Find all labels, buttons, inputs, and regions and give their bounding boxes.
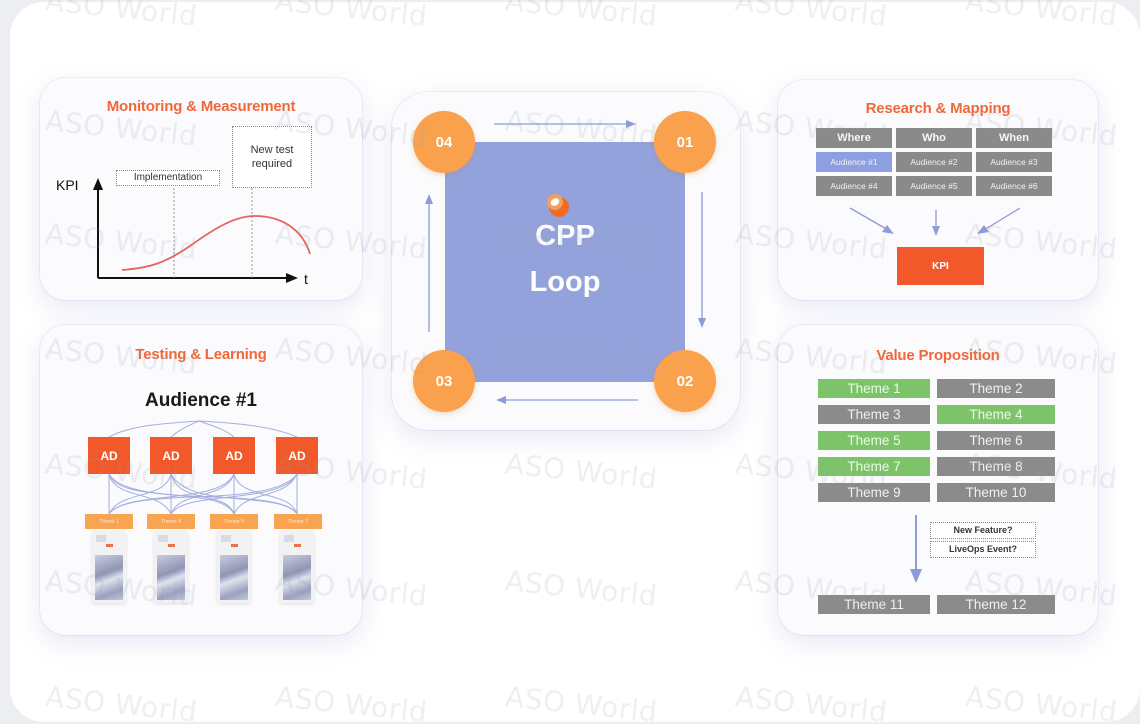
new-test-annotation: New test required [232,126,312,188]
step-03-circle: 03 [413,350,475,412]
x-axis-label: t [304,271,308,287]
ad-box: AD [88,437,130,474]
phone-screenshot [217,531,251,603]
kpi-curve [121,215,311,271]
implementation-annotation: Implementation [116,170,220,186]
phone-screenshot [280,531,314,603]
y-axis-arrow-icon [93,178,103,190]
kpi-target-box: KPI [897,247,984,285]
theme-tag: Theme 1 [85,514,133,529]
step-02-circle: 02 [654,350,716,412]
theme-tag: Theme 4 [147,514,195,529]
research-card: Research & Mapping Where Who When Audien… [778,80,1098,300]
trigger-liveops-event: LiveOps Event? [930,541,1036,558]
theme-cell: Theme 11 [818,595,930,614]
monitoring-card: Monitoring & Measurement KPI t Implement… [40,78,362,300]
ad-box: AD [276,437,318,474]
trigger-new-feature: New Feature? [930,522,1036,539]
phone-screenshot [92,531,126,603]
theme-tag: Theme 7 [274,514,322,529]
testing-card: Testing & Learning Audience #1 AD AD AD … [40,325,362,635]
cpp-loop-card: CPP Loop 01 02 03 04 [392,92,740,430]
step-04-circle: 04 [413,111,475,173]
ad-box: AD [213,437,255,474]
kpi-chart [93,178,311,283]
theme-tag: Theme 5 [210,514,258,529]
ad-box: AD [150,437,192,474]
x-axis-arrow-icon [286,273,298,283]
step-01-circle: 01 [654,111,716,173]
new-theme-arrow [910,515,922,583]
theme-cell: Theme 12 [937,595,1055,614]
phone-screenshot [154,531,188,603]
value-proposition-card: Value Proposition Theme 1 Theme 2 Theme 3T… [778,325,1098,635]
new-theme-row: Theme 11 Theme 12 [818,595,1055,614]
y-axis-label: KPI [56,177,79,193]
